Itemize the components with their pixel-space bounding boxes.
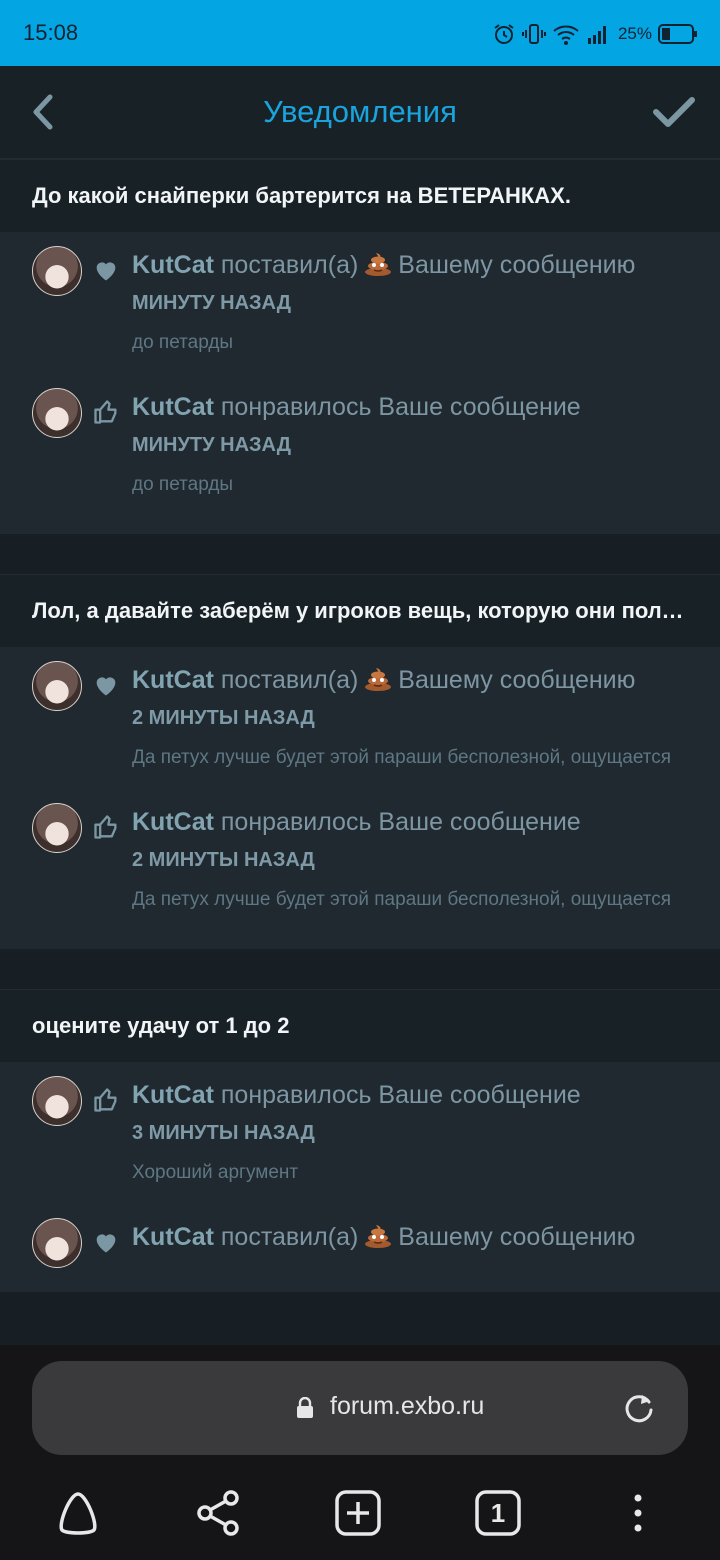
avatar[interactable] — [32, 803, 82, 853]
vibrate-icon — [521, 24, 546, 44]
heart-icon — [96, 262, 116, 281]
share-button[interactable] — [188, 1483, 248, 1543]
notification-text: KutCat понравилось Ваше сообщение — [132, 808, 581, 836]
message-excerpt: до петарды — [132, 332, 234, 353]
alice-home-icon — [59, 1492, 97, 1535]
share-icon — [197, 1490, 239, 1536]
author-name[interactable]: KutCat — [132, 1081, 214, 1109]
wifi-icon — [553, 25, 579, 45]
time-ago: минуту назад — [132, 434, 291, 456]
author-name[interactable]: KutCat — [132, 251, 214, 279]
message-excerpt: Да петух лучше будет этой параши бесполе… — [132, 889, 672, 910]
notification-item[interactable]: KutCat понравилось Ваше сообщение 2 мину… — [0, 795, 720, 937]
page-title: Уведомления — [263, 94, 457, 129]
mark-all-read-check-icon[interactable] — [650, 92, 698, 132]
notification-text: KutCat понравилось Ваше сообщение — [132, 393, 581, 421]
notification-text: KutCat понравилось Ваше сообщение — [132, 1081, 581, 1109]
poop-emoji — [365, 668, 392, 691]
avatar[interactable] — [32, 661, 82, 711]
lock-icon — [297, 1397, 313, 1418]
author-name[interactable]: KutCat — [132, 808, 214, 836]
url-text[interactable]: forum.exbo.ru — [330, 1392, 484, 1421]
time-ago: минуту назад — [132, 292, 291, 314]
status-time: 15:08 — [23, 20, 79, 45]
notification-text: KutCat поставил(а) Вашему сообщению — [132, 251, 636, 279]
message-excerpt: до петарды — [132, 474, 234, 495]
avatar[interactable] — [32, 1218, 82, 1268]
browser-nav-row: 1 — [0, 1483, 720, 1543]
notification-item[interactable]: KutCat поставил(а) Вашему сообщению — [0, 1210, 720, 1280]
group-title[interactable]: До какой снайперки бартерится на ВЕТЕРАН… — [0, 159, 720, 232]
avatar[interactable] — [32, 246, 82, 296]
signal-icon — [587, 26, 606, 44]
group-separator — [0, 534, 720, 574]
top-app-bar: Уведомления — [0, 66, 720, 159]
home-button[interactable] — [48, 1483, 108, 1543]
alarm-icon — [494, 24, 514, 44]
heart-icon — [96, 1234, 116, 1253]
message-excerpt: Хороший аргумент — [132, 1162, 299, 1183]
plus-box-icon — [335, 1490, 381, 1536]
new-tab-button[interactable] — [328, 1483, 388, 1543]
tabs-button[interactable]: 1 — [468, 1483, 528, 1543]
group-body: KutCat поставил(а) Вашему сообщению минут… — [0, 232, 720, 534]
battery-level: 25% — [617, 24, 652, 43]
heart-icon — [96, 677, 116, 696]
thumbs-up-icon — [94, 400, 117, 424]
notification-item[interactable]: KutCat поставил(а) Вашему сообщению 2 мин… — [0, 653, 720, 795]
group-title[interactable]: Лол, а давайте заберём у игроков вещь, к… — [0, 574, 720, 647]
author-name[interactable]: KutCat — [132, 1223, 214, 1251]
group-title[interactable]: оцените удачу от 1 до 2 — [0, 989, 720, 1062]
group-separator — [0, 949, 720, 989]
group-body: KutCat понравилось Ваше сообщение 3 мину… — [0, 1062, 720, 1292]
author-name[interactable]: KutCat — [132, 666, 214, 694]
status-icons: 25% — [492, 18, 698, 50]
address-bar[interactable]: forum.exbo.ru — [32, 1361, 688, 1455]
status-bar: 15:08 25% — [0, 0, 720, 66]
tab-count: 1 — [490, 1497, 506, 1528]
notifications-list: До какой снайперки бартерится на ВЕТЕРАН… — [0, 159, 720, 1345]
menu-button[interactable] — [608, 1483, 668, 1543]
more-vertical-icon — [634, 1494, 642, 1532]
time-ago: 2 минуты назад — [132, 707, 315, 729]
time-ago: 2 минуты назад — [132, 849, 315, 871]
group-body: KutCat поставил(а) Вашему сообщению 2 мин… — [0, 647, 720, 949]
message-excerpt: Да петух лучше будет этой параши бесполе… — [132, 747, 672, 768]
poop-emoji — [365, 253, 392, 276]
thumbs-up-icon — [94, 815, 117, 839]
reload-icon[interactable] — [622, 1391, 656, 1425]
avatar[interactable] — [32, 388, 82, 438]
avatar[interactable] — [32, 1076, 82, 1126]
battery-icon — [658, 24, 697, 44]
notification-item[interactable]: KutCat понравилось Ваше сообщение 3 мину… — [0, 1068, 720, 1210]
notification-text: KutCat поставил(а) Вашему сообщению — [132, 666, 636, 694]
notification-text: KutCat поставил(а) Вашему сообщению — [132, 1223, 636, 1251]
browser-bottom-bar: forum.exbo.ru 1 — [0, 1345, 720, 1560]
poop-emoji — [365, 1225, 392, 1248]
thumbs-up-icon — [94, 1088, 117, 1112]
author-name[interactable]: KutCat — [132, 393, 214, 421]
notification-item[interactable]: KutCat поставил(а) Вашему сообщению минут… — [0, 238, 720, 380]
time-ago: 3 минуты назад — [132, 1122, 315, 1144]
notification-item[interactable]: KutCat понравилось Ваше сообщение минуту… — [0, 380, 720, 522]
